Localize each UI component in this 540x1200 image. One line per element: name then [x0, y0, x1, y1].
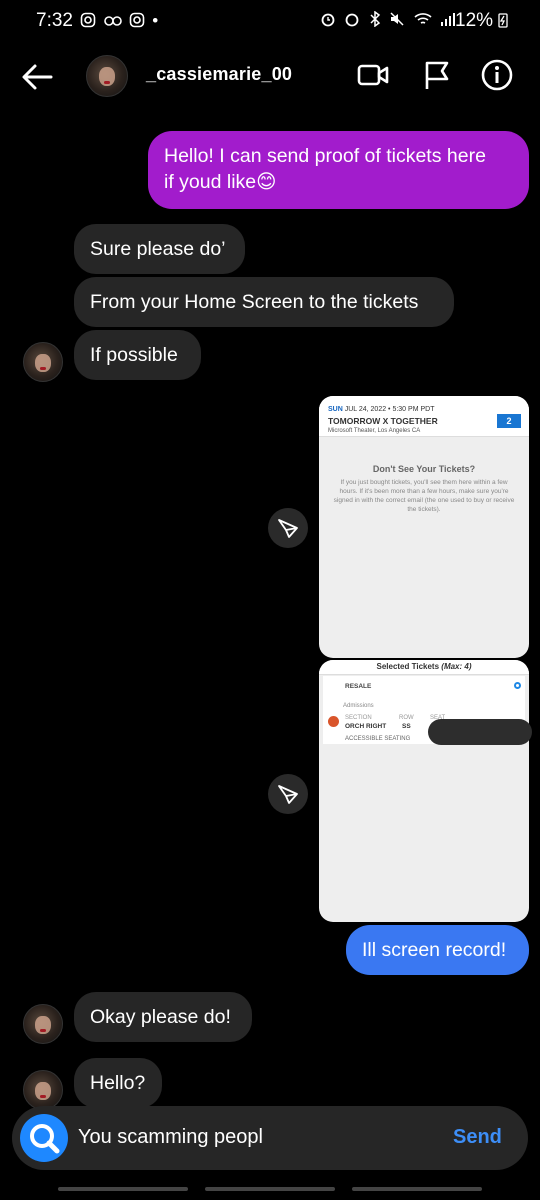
- battery-charging-icon: [498, 13, 508, 28]
- username[interactable]: _cassiemarie_00: [146, 64, 292, 85]
- ticket-count-badge: 2: [497, 414, 521, 428]
- message-text: From your Home Screen to the tickets: [90, 291, 419, 313]
- send-arrow-icon: [278, 785, 298, 804]
- back-nav-button[interactable]: [352, 1187, 482, 1191]
- profile-avatar[interactable]: [86, 55, 128, 97]
- instagram-icon: [80, 12, 96, 28]
- message-composer: You scamming peopl Send: [12, 1106, 528, 1170]
- resale-label: RESALE: [345, 683, 372, 690]
- share-button[interactable]: [268, 774, 308, 814]
- home-nav-button[interactable]: [205, 1187, 335, 1191]
- message-text: Okay please do!: [90, 1006, 231, 1028]
- sender-avatar[interactable]: [23, 342, 63, 382]
- chat-header: _cassiemarie_00: [0, 50, 540, 106]
- accessible-seating-label: ACCESSIBLE SEATING: [345, 736, 411, 742]
- missing-tickets-heading: Don't See Your Tickets?: [372, 464, 476, 474]
- signal-icon: [441, 13, 456, 26]
- selected-tickets-title: Selected Tickets (Max: 4): [319, 660, 529, 675]
- row-value: SS: [402, 723, 411, 730]
- notification-dot-icon: •: [152, 11, 161, 30]
- flag-icon[interactable]: [420, 58, 454, 92]
- admissions-label: Admissions: [343, 703, 374, 709]
- send-arrow-icon: [278, 519, 298, 538]
- alarm-icon: [346, 13, 359, 27]
- recents-nav-button[interactable]: [58, 1187, 188, 1191]
- event-day: SUN: [328, 406, 343, 413]
- mute-icon: [390, 12, 404, 26]
- message-text: Ill screen record!: [362, 939, 507, 961]
- outgoing-message[interactable]: Hello! I can send proof of tickets here …: [148, 131, 529, 209]
- share-button[interactable]: [268, 508, 308, 548]
- message-text: Hello?: [90, 1072, 146, 1094]
- app-icon: [103, 16, 122, 26]
- event-venue: Microsoft Theater, Los Angeles CA: [328, 428, 421, 434]
- sender-avatar[interactable]: [23, 1070, 63, 1110]
- ticket-type-icon: [328, 716, 339, 727]
- section-value: ORCH RIGHT: [345, 723, 387, 730]
- alarm-icon: [321, 13, 335, 27]
- settings-icon: [514, 682, 521, 689]
- message-text-line: Hello! I can send proof of tickets here: [164, 145, 486, 167]
- ticket-event-header: SUN JUL 24, 2022 • 5:30 PM PDT TOMORROW …: [319, 396, 529, 437]
- battery-level: 12%: [455, 10, 508, 32]
- message-text-line: if youd like😊: [164, 171, 277, 193]
- incoming-message[interactable]: Hello?: [74, 1058, 162, 1108]
- event-name: TOMORROW X TOGETHER: [328, 416, 438, 426]
- search-button[interactable]: [20, 1114, 68, 1162]
- video-call-icon[interactable]: [356, 58, 390, 92]
- status-time: 7:32: [36, 10, 73, 31]
- row-label: ROW: [399, 715, 414, 721]
- send-button[interactable]: Send: [453, 1126, 502, 1149]
- selected-tickets-screenshot-image[interactable]: Selected Tickets (Max: 4) RESALE Admissi…: [319, 660, 529, 922]
- sender-avatar[interactable]: [23, 1004, 63, 1044]
- status-system-icons: [320, 10, 456, 30]
- bluetooth-icon: [370, 10, 381, 28]
- event-date: JUL 24, 2022 • 5:30 PM PDT: [344, 406, 435, 413]
- back-arrow-icon[interactable]: [20, 62, 54, 92]
- incoming-message[interactable]: From your Home Screen to the tickets: [74, 277, 454, 327]
- message-text: If possible: [90, 344, 178, 366]
- status-bar: 7:32 • 12%: [0, 0, 540, 44]
- instagram-icon: [130, 12, 145, 28]
- message-input[interactable]: You scamming peopl: [78, 1126, 263, 1149]
- incoming-message[interactable]: Okay please do!: [74, 992, 252, 1042]
- wifi-icon: [414, 13, 432, 24]
- status-app-icons: •: [80, 11, 160, 31]
- info-icon[interactable]: [480, 58, 514, 92]
- outgoing-message[interactable]: Ill screen record!: [346, 925, 529, 975]
- redaction-mark: [428, 719, 532, 745]
- message-text: Sure please do’: [90, 238, 226, 260]
- incoming-message[interactable]: If possible: [74, 330, 201, 380]
- missing-tickets-body: If you just bought tickets, you'll see t…: [333, 479, 515, 513]
- incoming-message[interactable]: Sure please do’: [74, 224, 245, 274]
- section-label: SECTION: [345, 715, 372, 721]
- search-icon: [30, 1124, 60, 1154]
- ticket-screenshot-image[interactable]: SUN JUL 24, 2022 • 5:30 PM PDT TOMORROW …: [319, 396, 529, 658]
